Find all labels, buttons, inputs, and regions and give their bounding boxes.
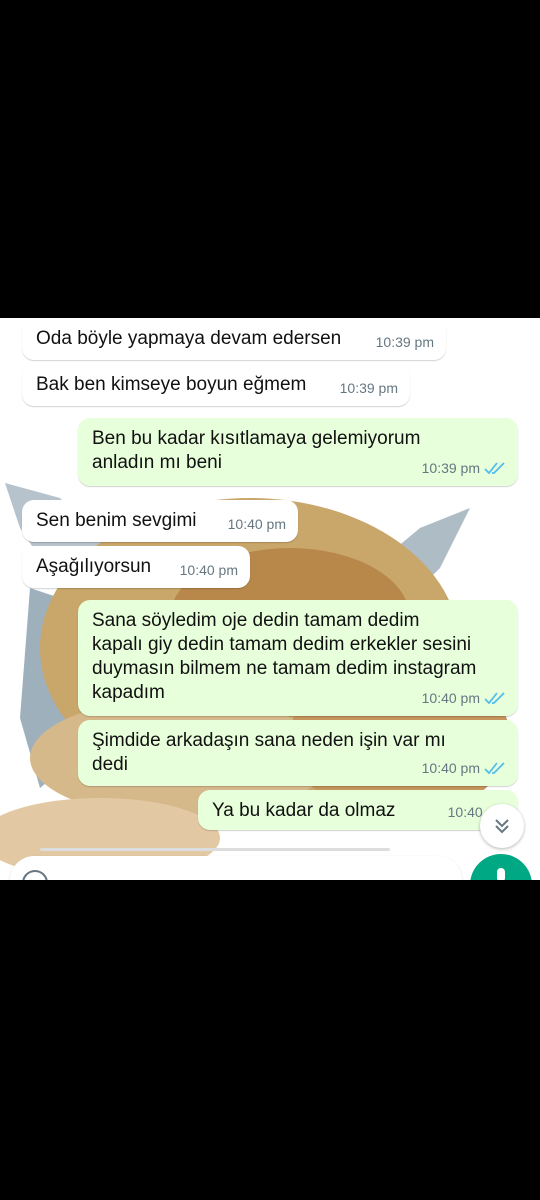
message-input-bar[interactable] [10,856,462,880]
scroll-to-bottom-button[interactable] [480,804,524,848]
message-bubble-outgoing[interactable]: Sana söyledim oje dedin tamam dedim kapa… [78,600,518,716]
mic-button[interactable] [470,854,532,880]
message-meta: 10:39 pm [376,330,434,354]
mic-icon [497,868,505,880]
message-time: 10:39 pm [421,460,480,476]
message-meta: 10:39 pm [422,456,506,480]
message-meta: 10:39 pm [340,376,398,400]
message-time: 10:39 pm [375,334,434,350]
message-time: 10:40 pm [421,760,480,776]
message-bubble-incoming[interactable]: Oda böyle yapmaya devam edersen 10:39 pm [22,318,446,360]
message-bubble-incoming[interactable]: Sen benim sevgimi 10:40 pm [22,500,298,542]
message-bubble-outgoing[interactable]: Şimdide arkadaşın sana neden işin var mı… [78,720,518,786]
message-meta: 10:40 pm [422,686,506,710]
message-time: 10:40 pm [227,516,286,532]
double-check-icon [484,692,505,705]
message-meta: 10:40 pm [422,756,506,780]
message-text: Oda böyle yapmaya devam edersen [36,328,342,349]
double-chevron-down-icon [495,819,509,834]
bottom-black-area [0,880,540,1200]
message-time: 10:39 pm [339,380,398,396]
message-bubble-incoming[interactable]: Aşağılıyorsun 10:40 pm [22,546,250,588]
message-bubble-outgoing[interactable]: Ben bu kadar kısıtlamaya gelemiyorum anl… [78,418,518,486]
message-meta: 10:40 pm [228,512,286,536]
message-time: 10:40 pm [421,690,480,706]
double-check-icon [484,762,505,775]
double-check-icon [484,462,505,475]
message-bubble-incoming[interactable]: Bak ben kimseye boyun eğmem 10:39 pm [22,364,410,406]
emoji-icon[interactable] [22,870,48,880]
divider [40,848,390,851]
chat-area[interactable]: Oda böyle yapmaya devam edersen 10:39 pm… [0,318,540,880]
message-time: 10:40 pm [179,562,238,578]
top-black-area [0,0,540,318]
message-bubble-outgoing[interactable]: Ya bu kadar da olmaz 10:40 pm [198,790,518,830]
message-meta: 10:40 pm [180,558,238,582]
